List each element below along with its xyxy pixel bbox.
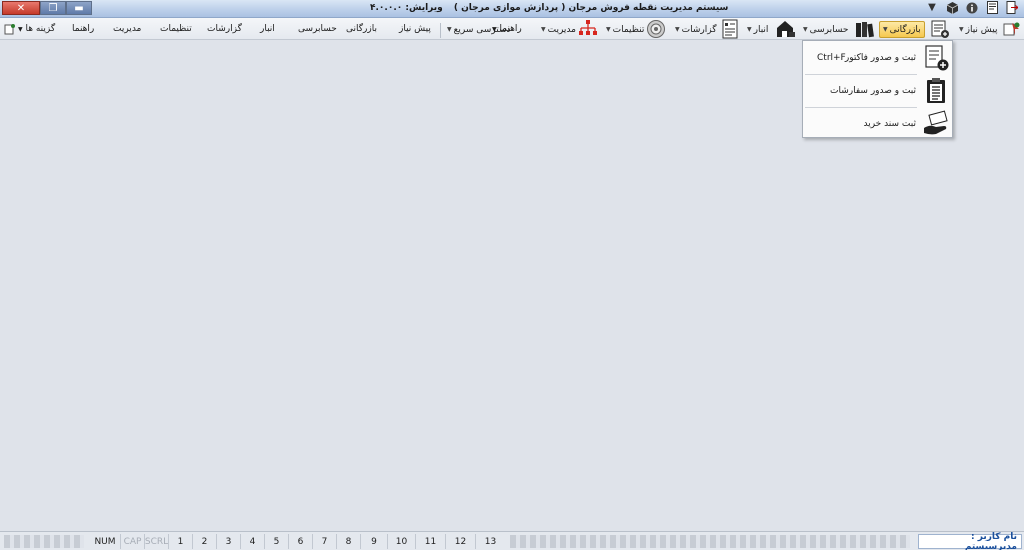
status-tab[interactable]: 6 (288, 534, 312, 549)
shortcut-text: Ctrl+F (817, 53, 846, 63)
menu-label: راهنما (499, 24, 522, 34)
clipboard-list-icon (922, 77, 950, 105)
classic-item-settings[interactable]: تنظیمات (160, 24, 192, 34)
version-text: ویرایش: ۴.۰.۰.۰ (370, 3, 443, 13)
status-tab[interactable]: 12 (445, 534, 475, 549)
status-tab[interactable]: 4 (240, 534, 264, 549)
chevron-down-icon: ▼ (492, 26, 497, 33)
dropdown-item-label: ثبت سند خرید (863, 119, 916, 129)
status-tab[interactable]: 13 (475, 534, 505, 549)
cube-icon[interactable] (946, 1, 958, 14)
status-tab[interactable]: 1 (168, 534, 192, 549)
dropdown-item-purchase[interactable]: ثبت سند خرید (803, 108, 952, 140)
commerce-icon[interactable] (930, 19, 950, 39)
separator (440, 23, 441, 38)
info-icon[interactable] (966, 1, 978, 14)
status-tab[interactable]: 3 (216, 534, 240, 549)
restore-button[interactable]: ❐ (40, 1, 66, 15)
status-tab[interactable]: 9 (360, 534, 387, 549)
classic-item-audit[interactable]: حسابرسی (298, 24, 337, 34)
status-tab[interactable]: 8 (336, 534, 360, 549)
title-right-icons: ▼ (926, 1, 1018, 14)
status-tab[interactable]: 5 (264, 534, 288, 549)
menu-commerce[interactable]: ▼ بازرگانی (879, 21, 925, 38)
menu-label: حسابرسی (809, 24, 849, 35)
menu-label: گزینه ها (25, 24, 56, 34)
num-lock-indicator: NUM (94, 536, 116, 547)
classic-item-management[interactable]: مدیریت (113, 24, 141, 34)
invoice-add-icon (922, 44, 950, 72)
chevron-down-icon: ▼ (959, 26, 964, 33)
app-menu-icon[interactable] (1002, 19, 1022, 39)
status-blurred-area (510, 535, 910, 548)
menu-prerequisites[interactable]: ▼ پیش نیاز (956, 21, 1001, 38)
classic-item-help[interactable]: راهنما (72, 24, 94, 34)
status-tab[interactable]: 2 (192, 534, 216, 549)
status-tab[interactable]: 11 (415, 534, 445, 549)
dropdown-item-label: ثبت و صدور سفارشات (830, 86, 916, 96)
window-title: سیستم مدیریت نقطه فروش مرجان ( پردازش مو… (370, 3, 728, 13)
minimize-button[interactable]: ▬ (66, 1, 92, 15)
close-button[interactable]: ✕ (2, 1, 40, 15)
status-bar: NUM CAP SCRL 1 2 3 4 5 6 7 8 9 10 11 12 … (0, 531, 1024, 550)
status-tab[interactable]: 7 (312, 534, 336, 549)
status-tab[interactable]: 10 (387, 534, 415, 549)
window-controls: ✕ ❐ ▬ (2, 1, 92, 15)
scroll-lock-indicator: SCRL (144, 534, 168, 549)
status-blurred-area (4, 535, 84, 548)
menu-label: بازرگانی (889, 24, 921, 35)
classic-item-commerce[interactable]: بازرگانی (346, 24, 377, 34)
commerce-dropdown: Ctrl+F ثبت و صدور فاکتور ثبت و صدور سفار… (802, 40, 953, 138)
chevron-down-icon: ▼ (883, 26, 888, 33)
menu-label: پیش نیاز (965, 24, 998, 35)
caps-lock-indicator: CAP (120, 534, 144, 549)
chevron-down-icon: ▼ (18, 26, 23, 33)
classic-item-prerequisites[interactable]: پیش نیاز (399, 24, 431, 34)
chevron-down-icon: ▼ (803, 26, 808, 33)
dropdown-item-invoice[interactable]: Ctrl+F ثبت و صدور فاکتور (803, 42, 952, 74)
options-app-icon[interactable] (4, 23, 16, 38)
classic-item-reports[interactable]: گزارشات (207, 24, 242, 34)
classic-item-warehouse[interactable]: انبار (260, 24, 275, 34)
classic-menu-row: ▼ راهنما پیش نیاز بازرگانی حسابرسی انبار… (0, 20, 800, 40)
menu-help[interactable]: ▼ راهنما (492, 24, 522, 34)
dropdown-arrow-icon[interactable]: ▼ (926, 1, 938, 14)
user-name-field: نام کاربر : مدیرسیستم (918, 532, 1022, 550)
title-bar: ✕ ❐ ▬ سیستم مدیریت نقطه فروش مرجان ( پرد… (0, 0, 1024, 18)
dropdown-item-orders[interactable]: ثبت و صدور سفارشات (803, 75, 952, 107)
dropdown-item-label: ثبت و صدور فاکتور (844, 53, 916, 63)
window-title-text: سیستم مدیریت نقطه فروش مرجان ( پردازش مو… (453, 3, 729, 13)
purchase-hand-icon (922, 110, 950, 138)
menu-audit[interactable]: ▼ حسابرسی (800, 21, 851, 38)
books-icon[interactable] (855, 19, 875, 39)
document-icon[interactable] (986, 1, 998, 14)
exit-icon[interactable] (1006, 1, 1018, 14)
classic-item-options[interactable]: ▼ گزینه ها (18, 24, 55, 34)
